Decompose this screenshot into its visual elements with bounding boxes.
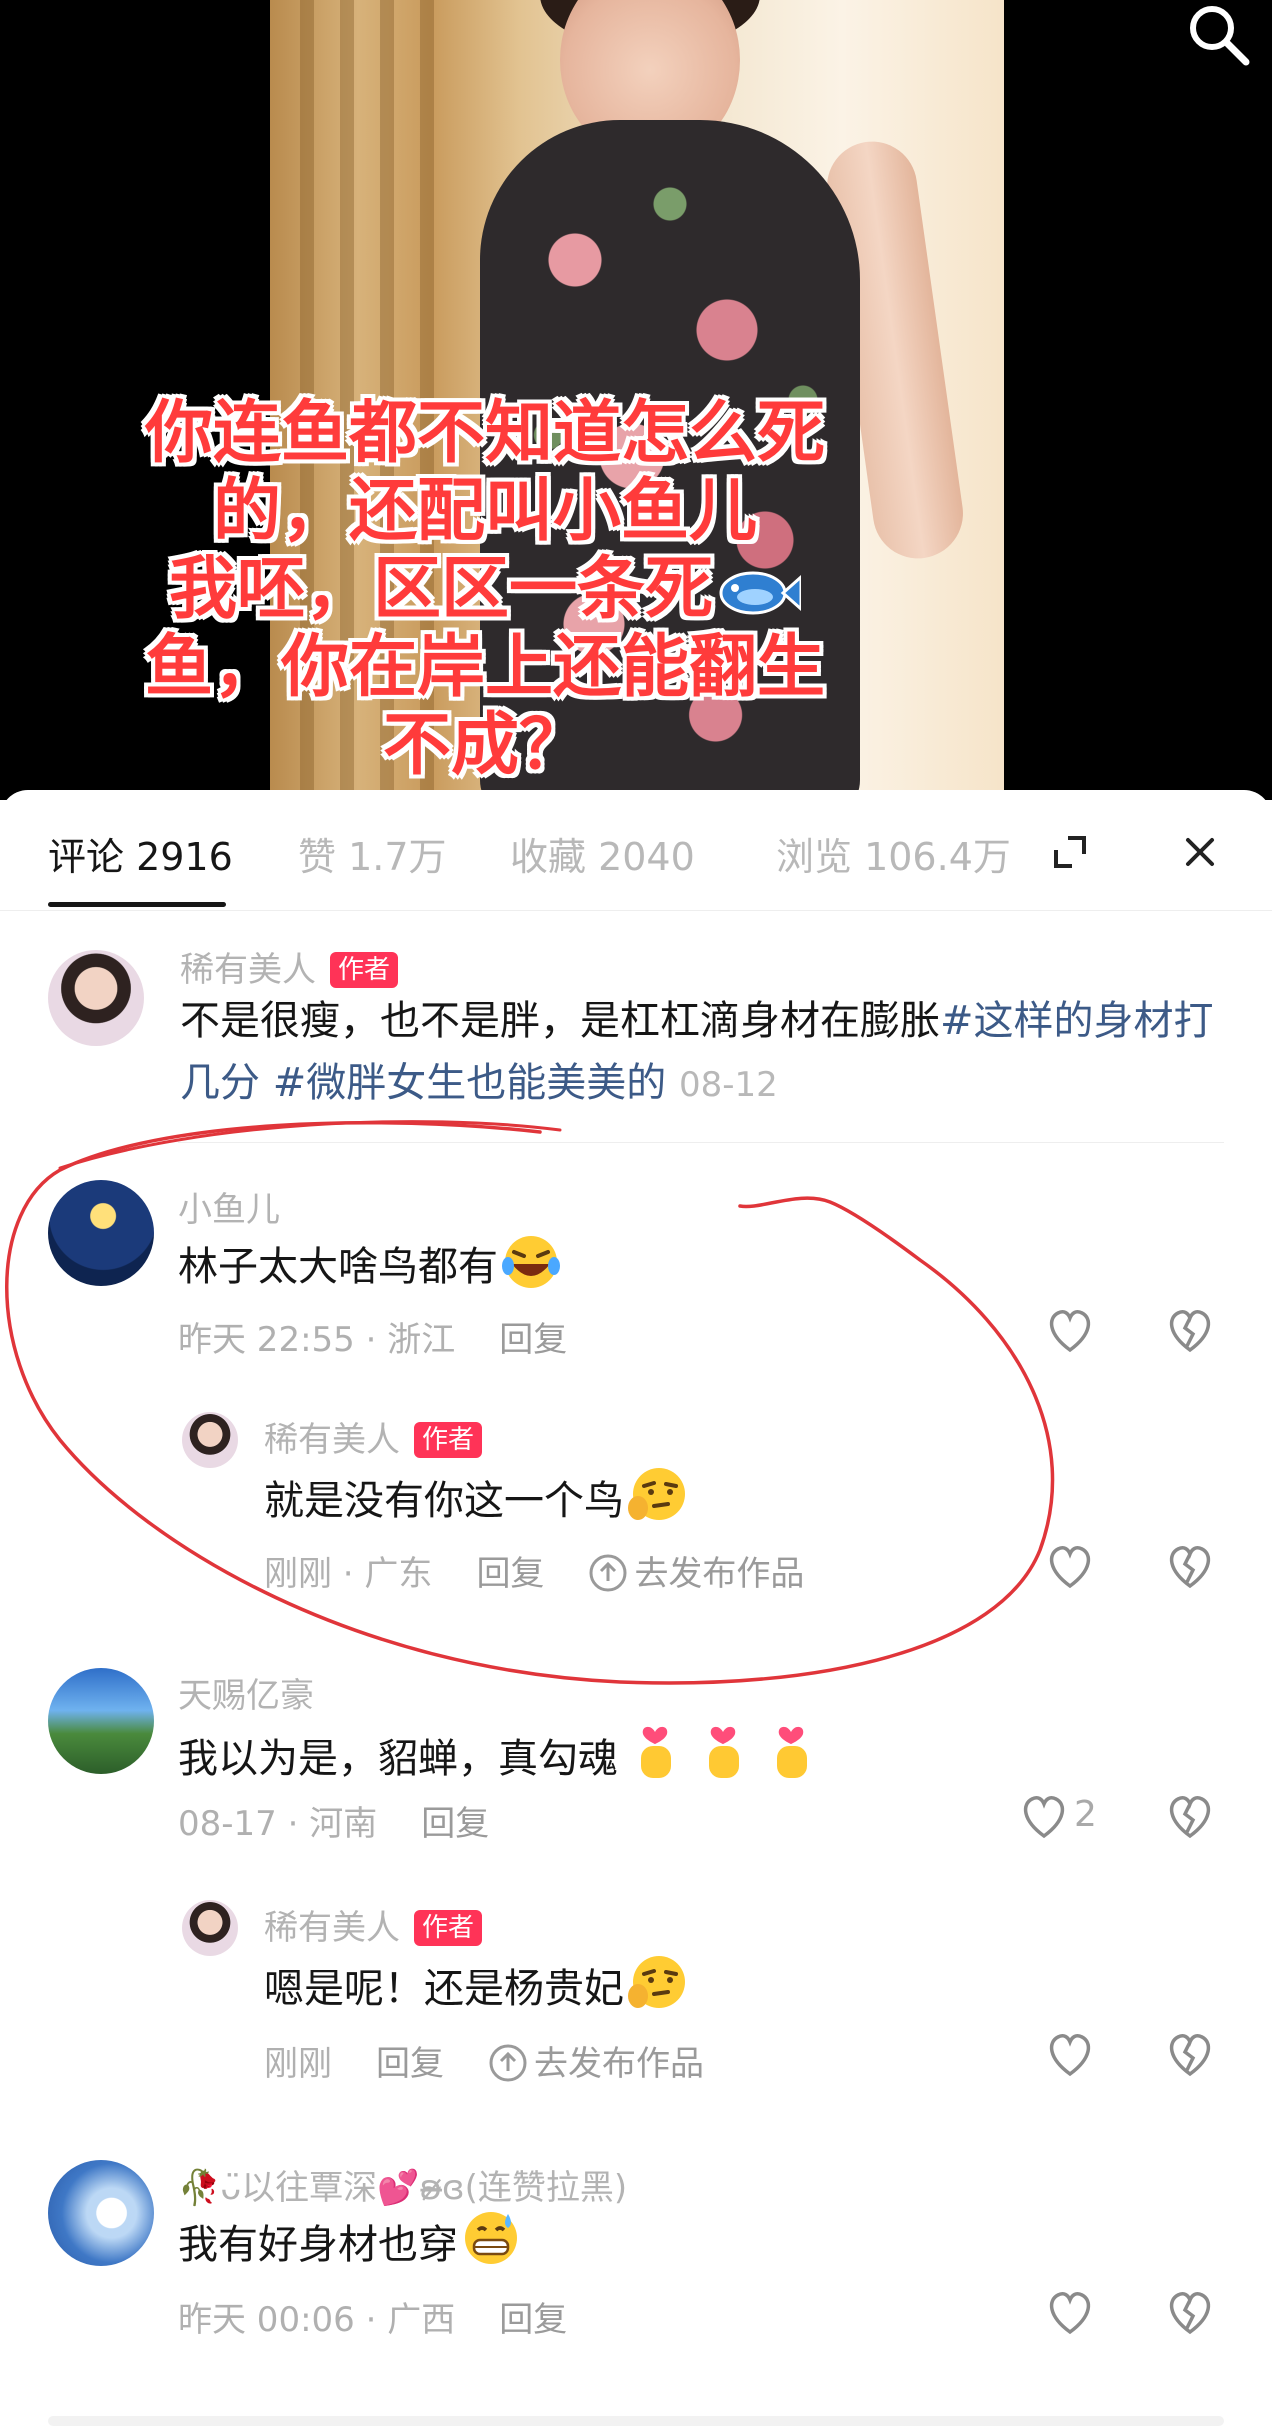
author-badge: 作者 [414,1422,483,1458]
thinking-emoji-icon [628,1468,685,1520]
avatar[interactable] [48,1668,154,1774]
finger-heart-emoji-icon [640,1726,807,1778]
comment-meta: 昨天 00:06 · 广西 回复 [178,2300,568,2340]
publish-works-link[interactable]: 去发布作品 [488,2044,704,2084]
avatar[interactable] [48,2160,154,2266]
reply-button[interactable]: 回复 [499,2300,567,2340]
comment-username[interactable]: 小鱼儿 [178,1182,280,1231]
tab-comments[interactable]: 评论 2916 [48,826,233,881]
comment-meta: 昨天 22:55 · 浙江 回复 [178,1320,568,1360]
tab-likes[interactable]: 赞 1.7万 [298,826,447,881]
heart-icon[interactable] [1042,1538,1098,1594]
comment-meta: 08-17 · 河南 回复 [178,1804,490,1844]
comment-username[interactable]: 🥀ᴗ̈以往覃深💕ʚ̴̶̷̷ɞ(连赞拉黑) [178,2160,627,2209]
reply-button[interactable]: 回复 [499,1320,567,1360]
like-count: 2 [1074,1794,1097,1835]
bottom-input-edge [48,2416,1224,2426]
close-icon[interactable] [1178,830,1222,874]
divider [178,1142,1224,1143]
thinking-emoji-icon [628,1956,685,2008]
comment-meta: 刚刚 回复 去发布作品 [264,2044,704,2084]
active-tab-indicator [48,902,226,907]
avatar[interactable] [182,1412,238,1468]
broken-heart-icon[interactable] [1162,2284,1218,2340]
comment-text: 嗯是呢！还是杨贵妃 [264,1952,690,2020]
reply-button[interactable]: 回复 [476,1554,544,1594]
comment-username[interactable]: 稀有美人 作者 [264,1900,483,1949]
hashtag-link[interactable]: #微胖女生也能美美的 [273,1060,667,1106]
reply-button[interactable]: 回复 [421,1804,489,1844]
author-badge: 作者 [330,952,399,988]
comment-text: 不是很瘦，也不是胖，是杠杠滴身材在膨胀#这样的身材打几分 #微胖女生也能美美的 … [180,998,1214,1106]
avatar[interactable] [48,1180,154,1286]
avatar[interactable] [182,1900,238,1956]
avatar[interactable] [48,950,144,1046]
broken-heart-icon[interactable] [1162,1788,1218,1844]
heart-icon[interactable] [1042,1302,1098,1358]
reply-button[interactable]: 回复 [376,2044,444,2084]
tab-favorites[interactable]: 收藏 2040 [510,826,695,881]
heart-icon[interactable] [1042,2284,1098,2340]
comment-username[interactable]: 稀有美人 作者 [180,942,399,991]
video-frame [270,0,1004,800]
comment-tabs: 评论 2916 赞 1.7万 收藏 2040 浏览 106.4万 [0,790,1272,911]
comment-text: 林子太大啥鸟都有 [178,1230,564,1298]
comment-text: 我以为是，貂蝉，真勾魂 [178,1716,831,1790]
upload-icon [489,2044,527,2082]
comment-text: 就是没有你这一个鸟 [264,1464,690,1532]
author-badge: 作者 [414,1910,483,1946]
grimacing-sweat-emoji-icon [465,2212,517,2264]
heart-icon[interactable] [1042,2026,1098,2082]
comment-sheet: 评论 2916 赞 1.7万 收藏 2040 浏览 106.4万 稀有美人 作者 … [0,790,1272,2426]
heart-icon[interactable] [1016,1788,1072,1844]
comment-username[interactable]: 稀有美人 作者 [264,1412,483,1461]
laughing-emoji-icon [502,1236,560,1288]
broken-heart-icon[interactable] [1162,1302,1218,1358]
broken-heart-icon[interactable] [1162,1538,1218,1594]
comment-text: 我有好身材也穿 [178,2208,524,2276]
comment-meta: 刚刚 · 广东 回复 去发布作品 [264,1554,805,1594]
tab-views[interactable]: 浏览 106.4万 [776,826,1011,881]
expand-icon[interactable] [1048,830,1092,874]
search-icon[interactable] [1184,0,1254,70]
comment-username[interactable]: 天赐亿豪 [178,1668,314,1717]
comment-date: 08-12 [678,1065,778,1105]
broken-heart-icon[interactable] [1162,2026,1218,2082]
video-player[interactable] [0,0,1272,800]
upload-icon [589,1554,627,1592]
publish-works-link[interactable]: 去发布作品 [588,1554,804,1594]
